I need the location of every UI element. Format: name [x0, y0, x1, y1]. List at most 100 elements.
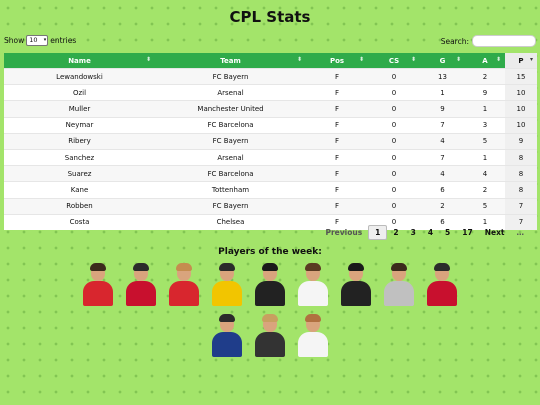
player-hair: [262, 314, 278, 322]
sort-icon: ⬍: [358, 56, 364, 63]
column-header-label: Name: [68, 56, 91, 65]
cell-team: FC Barcelona: [155, 165, 306, 182]
cell-p: 15: [505, 67, 537, 85]
sort-icon: ⬍: [296, 56, 302, 63]
cell-pos: F: [306, 165, 368, 182]
page-button-4[interactable]: 4: [422, 226, 439, 239]
column-header-team[interactable]: Team ⬍: [155, 53, 306, 69]
cell-g: 7: [420, 148, 465, 166]
cell-a: 1: [465, 100, 505, 118]
column-header-a[interactable]: A ⬍: [465, 53, 505, 69]
column-header-label: Pos: [329, 56, 345, 65]
column-header-label: G: [439, 56, 446, 65]
cell-a: 4: [465, 165, 505, 182]
player-photo: [78, 262, 118, 306]
page-button-3[interactable]: 3: [405, 226, 422, 239]
chevron-down-icon: ▾: [43, 37, 47, 43]
cell-a: 5: [465, 197, 505, 215]
cell-pos: F: [306, 116, 368, 134]
previous-button[interactable]: Previous: [319, 226, 368, 239]
player-shirt: [126, 281, 156, 306]
show-label: Show: [4, 36, 25, 45]
player-shirt: [384, 281, 414, 306]
player-photo: [121, 262, 161, 306]
search-input[interactable]: [472, 35, 536, 47]
player-shirt: [298, 332, 328, 357]
player-hair: [176, 263, 192, 271]
table-row: Sanchez Arsenal F 0 7 1 8: [4, 148, 537, 166]
column-header-name[interactable]: Name ⬍: [4, 53, 155, 69]
cell-cs: 0: [368, 181, 420, 198]
cell-team: FC Bayern: [155, 197, 306, 215]
cell-name: Robben: [4, 197, 155, 215]
cell-team: Arsenal: [155, 148, 306, 166]
players-row: [0, 262, 540, 306]
column-header-p[interactable]: P ▾: [505, 53, 537, 69]
player-shirt: [427, 281, 457, 306]
cell-cs: 0: [368, 148, 420, 166]
page-button-2[interactable]: 2: [387, 226, 404, 239]
cell-pos: F: [306, 197, 368, 215]
page-button-5[interactable]: 5: [439, 226, 456, 239]
table-header-row: Name ⬍ Team ⬍ Pos ⬍ CS ⬍ G ⬍ A ⬍ P ▾: [4, 53, 537, 69]
cell-cs: 0: [368, 197, 420, 215]
page-button-1[interactable]: 1: [368, 225, 388, 240]
player-shirt: [212, 281, 242, 306]
entries-select[interactable]: 10 ▾: [26, 35, 49, 46]
player-shirt: [169, 281, 199, 306]
player-shirt: [255, 281, 285, 306]
length-control: Show 10 ▾ entries: [4, 35, 76, 46]
column-header-pos[interactable]: Pos ⬍: [306, 53, 368, 69]
next-button[interactable]: Next: [479, 226, 511, 239]
cell-team: Arsenal: [155, 84, 306, 101]
page-button-17[interactable]: 17: [456, 226, 478, 239]
player-hair: [391, 263, 407, 271]
player-hair: [348, 263, 364, 271]
cell-name: Sanchez: [4, 148, 155, 166]
cell-cs: 0: [368, 132, 420, 150]
cell-team: FC Bayern: [155, 132, 306, 150]
pagination: Previous 1 2 3 4 5 17 Next…: [319, 225, 530, 240]
cell-g: 9: [420, 100, 465, 118]
players-of-week: [0, 262, 540, 364]
player-hair: [219, 263, 235, 271]
player-photo: [336, 262, 376, 306]
cell-team: Manchester United: [155, 100, 306, 118]
player-photo: [164, 262, 204, 306]
cell-cs: 0: [368, 67, 420, 85]
column-header-label: Team: [220, 56, 241, 65]
cell-name: Ribery: [4, 132, 155, 150]
cell-name: Muller: [4, 100, 155, 118]
last-button[interactable]: …: [511, 226, 531, 239]
cell-p: 10: [505, 84, 537, 101]
cell-pos: F: [306, 100, 368, 118]
cell-name: Ozil: [4, 84, 155, 101]
player-photo: [250, 313, 290, 357]
stats-table: Name ⬍ Team ⬍ Pos ⬍ CS ⬍ G ⬍ A ⬍ P ▾ Lewandowski FC Ba…: [4, 53, 537, 230]
player-photo: [422, 262, 462, 306]
cell-p: 10: [505, 116, 537, 134]
player-photo: [207, 313, 247, 357]
player-photo: [293, 313, 333, 357]
column-header-label: A: [482, 56, 488, 65]
column-header-cs[interactable]: CS ⬍: [368, 53, 420, 69]
cell-g: 2: [420, 197, 465, 215]
cell-pos: F: [306, 181, 368, 198]
cell-g: 1: [420, 84, 465, 101]
cell-name: Kane: [4, 181, 155, 198]
cell-p: 8: [505, 165, 537, 182]
sort-icon: ⬍: [145, 56, 151, 63]
cell-p: 8: [505, 181, 537, 198]
cell-name: Lewandowski: [4, 67, 155, 85]
column-header-label: P: [518, 56, 524, 65]
cell-a: 2: [465, 67, 505, 85]
cell-a: 3: [465, 116, 505, 134]
player-hair: [262, 263, 278, 271]
cell-name: Suarez: [4, 165, 155, 182]
cell-a: 5: [465, 132, 505, 150]
cell-team: Tottenham: [155, 181, 306, 198]
search-control: Search:: [441, 35, 536, 47]
cell-pos: F: [306, 132, 368, 150]
player-hair: [305, 314, 321, 322]
column-header-g[interactable]: G ⬍: [420, 53, 465, 69]
